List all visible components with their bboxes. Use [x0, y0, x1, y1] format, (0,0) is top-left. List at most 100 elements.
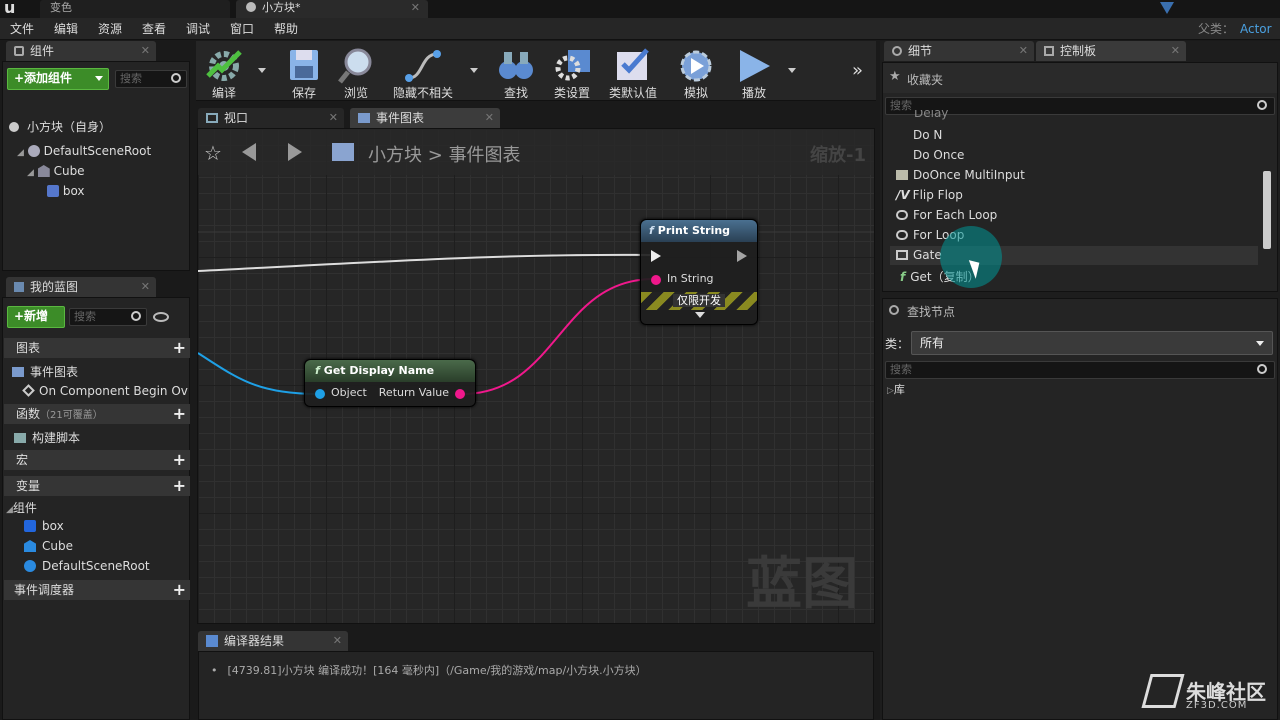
palette-item-do-once[interactable]: Do Once [896, 148, 964, 162]
exec-in-pin-icon[interactable] [651, 250, 661, 262]
item-label: Do N [913, 128, 943, 142]
menu-file[interactable]: 文件 [10, 18, 34, 40]
add-graph-icon[interactable]: + [173, 339, 186, 357]
variable-box[interactable]: box [24, 519, 64, 533]
chevron-down-icon[interactable] [258, 68, 266, 73]
event-item-begin-overlap[interactable]: On Component Begin Ov [22, 384, 188, 398]
variable-category-components[interactable]: ◢组件 [6, 499, 37, 516]
function-construction-script[interactable]: 构建脚本 [14, 429, 80, 446]
hide-unrelated-button[interactable]: 隐藏不相关 [390, 44, 456, 100]
menu-debug[interactable]: 调试 [186, 18, 210, 40]
section-functions[interactable]: 函数（21可覆盖） + [4, 404, 190, 424]
graph-item-event-graph[interactable]: 事件图表 [12, 363, 78, 380]
tab-asset-cube[interactable]: 小方块* ✕ [236, 0, 428, 18]
section-graphs[interactable]: 图表 + [4, 338, 190, 358]
find-node-search-input[interactable]: 搜索 [885, 361, 1275, 379]
close-icon[interactable]: ✕ [141, 277, 150, 297]
palette-item-gate[interactable]: Gate [896, 248, 942, 262]
compile-button[interactable]: 编译 [198, 44, 250, 100]
close-icon[interactable]: ✕ [141, 41, 150, 61]
section-macros[interactable]: 宏 + [4, 450, 190, 470]
compiler-icon [206, 635, 218, 647]
add-new-button[interactable]: +新增 [7, 306, 65, 328]
chevron-down-icon[interactable] [788, 68, 796, 73]
add-dispatcher-icon[interactable]: + [173, 581, 186, 599]
eye-icon[interactable] [153, 312, 169, 322]
palette-item-doonce-multiinput[interactable]: DoOnce MultiInput [896, 168, 1025, 182]
box-collision-icon [24, 520, 36, 532]
add-variable-icon[interactable]: + [173, 477, 186, 495]
close-icon[interactable]: ✕ [1171, 41, 1180, 61]
section-variables[interactable]: 变量 + [4, 476, 190, 496]
tab-event-graph[interactable]: 事件图表 ✕ [350, 108, 500, 128]
tab-palette[interactable]: 控制板 ✕ [1036, 41, 1186, 61]
settings-gear-icon [555, 50, 590, 81]
parent-class-link[interactable]: Actor [1240, 18, 1272, 40]
add-function-icon[interactable]: + [173, 405, 186, 423]
expand-node-icon[interactable] [695, 312, 705, 318]
simulate-button[interactable]: 模拟 [670, 44, 722, 100]
string-pin-icon[interactable] [455, 389, 465, 399]
class-defaults-button[interactable]: 类默认值 [602, 44, 664, 100]
print-string-node[interactable]: f Print String In String 仅限开发 [640, 219, 758, 325]
exec-out-pin-icon[interactable] [737, 250, 747, 262]
string-wire[interactable] [461, 278, 655, 395]
object-wire[interactable] [198, 352, 319, 395]
component-box[interactable]: box [47, 184, 85, 198]
variable-cube[interactable]: Cube [24, 539, 73, 553]
library-tree-item[interactable]: ▷库 [887, 381, 905, 397]
play-icon [740, 50, 770, 82]
section-event-dispatchers[interactable]: 事件调度器 + [4, 580, 190, 600]
browse-button[interactable]: 浏览 [330, 44, 382, 100]
tab-asset-color[interactable]: 变色 [40, 0, 230, 18]
menu-asset[interactable]: 资源 [98, 18, 122, 40]
search-placeholder: 搜索 [890, 363, 912, 376]
section-label: 函数 [16, 407, 41, 421]
tab-compiler-results[interactable]: 编译器结果 ✕ [198, 631, 348, 651]
component-self[interactable]: 小方块（自身） [9, 118, 111, 135]
palette-item-flip-flop[interactable]: /V Flip Flop [896, 188, 963, 202]
object-pin-icon[interactable] [315, 389, 325, 399]
save-button[interactable]: 保存 [278, 44, 330, 100]
graph-canvas[interactable]: ☆ 小方块 > 事件图表 缩放-1 蓝图 f Print String In St… [197, 128, 875, 624]
favorites-label: 收藏夹 [907, 73, 944, 87]
menu-edit[interactable]: 编辑 [54, 18, 78, 40]
add-component-button[interactable]: +添加组件 [7, 68, 109, 90]
menu-help[interactable]: 帮助 [274, 18, 298, 40]
menu-window[interactable]: 窗口 [230, 18, 254, 40]
tab-my-blueprint[interactable]: 我的蓝图 ✕ [6, 277, 156, 297]
expand-arrow-icon[interactable]: ◢ [17, 148, 24, 158]
menu-view[interactable]: 查看 [142, 18, 166, 40]
class-settings-button[interactable]: 类设置 [546, 44, 598, 100]
tab-viewport[interactable]: 视口 ✕ [198, 108, 344, 128]
palette-item-delay[interactable]: Delay [896, 110, 948, 120]
close-icon[interactable]: ✕ [333, 631, 342, 651]
close-icon[interactable]: ✕ [485, 108, 494, 128]
palette-item-do-n[interactable]: Do N [896, 128, 942, 142]
source-control-icon[interactable] [1160, 2, 1174, 14]
chevron-down-icon[interactable] [470, 68, 478, 73]
string-pin-icon[interactable] [651, 275, 661, 285]
close-icon[interactable]: ✕ [411, 0, 420, 16]
expand-arrow-icon[interactable]: ▷ [887, 386, 894, 396]
close-icon[interactable]: ✕ [329, 108, 338, 128]
exec-wire[interactable] [198, 253, 651, 272]
component-defaultsceneroot[interactable]: ◢ DefaultSceneRoot [17, 144, 151, 158]
add-macro-icon[interactable]: + [173, 451, 186, 469]
tab-details[interactable]: 细节 ✕ [884, 41, 1034, 61]
toolbar-overflow-icon[interactable]: » [852, 60, 863, 81]
favorites-scrollbar[interactable] [1263, 171, 1271, 249]
close-icon[interactable]: ✕ [1019, 41, 1028, 61]
class-filter-select[interactable]: 所有 [911, 331, 1273, 355]
tab-components[interactable]: 组件 ✕ [6, 41, 156, 61]
variable-defaultsceneroot[interactable]: DefaultSceneRoot [24, 559, 150, 573]
node-header: f Print String [641, 220, 757, 242]
expand-arrow-icon[interactable]: ◢ [6, 505, 13, 515]
component-cube[interactable]: ◢ Cube [27, 164, 85, 178]
find-button[interactable]: 查找 [490, 44, 542, 100]
play-button[interactable]: 播放 [728, 44, 780, 100]
expand-arrow-icon[interactable]: ◢ [27, 168, 34, 178]
get-display-name-node[interactable]: f Get Display Name Object Return Value [304, 359, 476, 407]
button-label: 模拟 [683, 86, 708, 100]
palette-item-for-each-loop[interactable]: For Each Loop [896, 208, 997, 222]
